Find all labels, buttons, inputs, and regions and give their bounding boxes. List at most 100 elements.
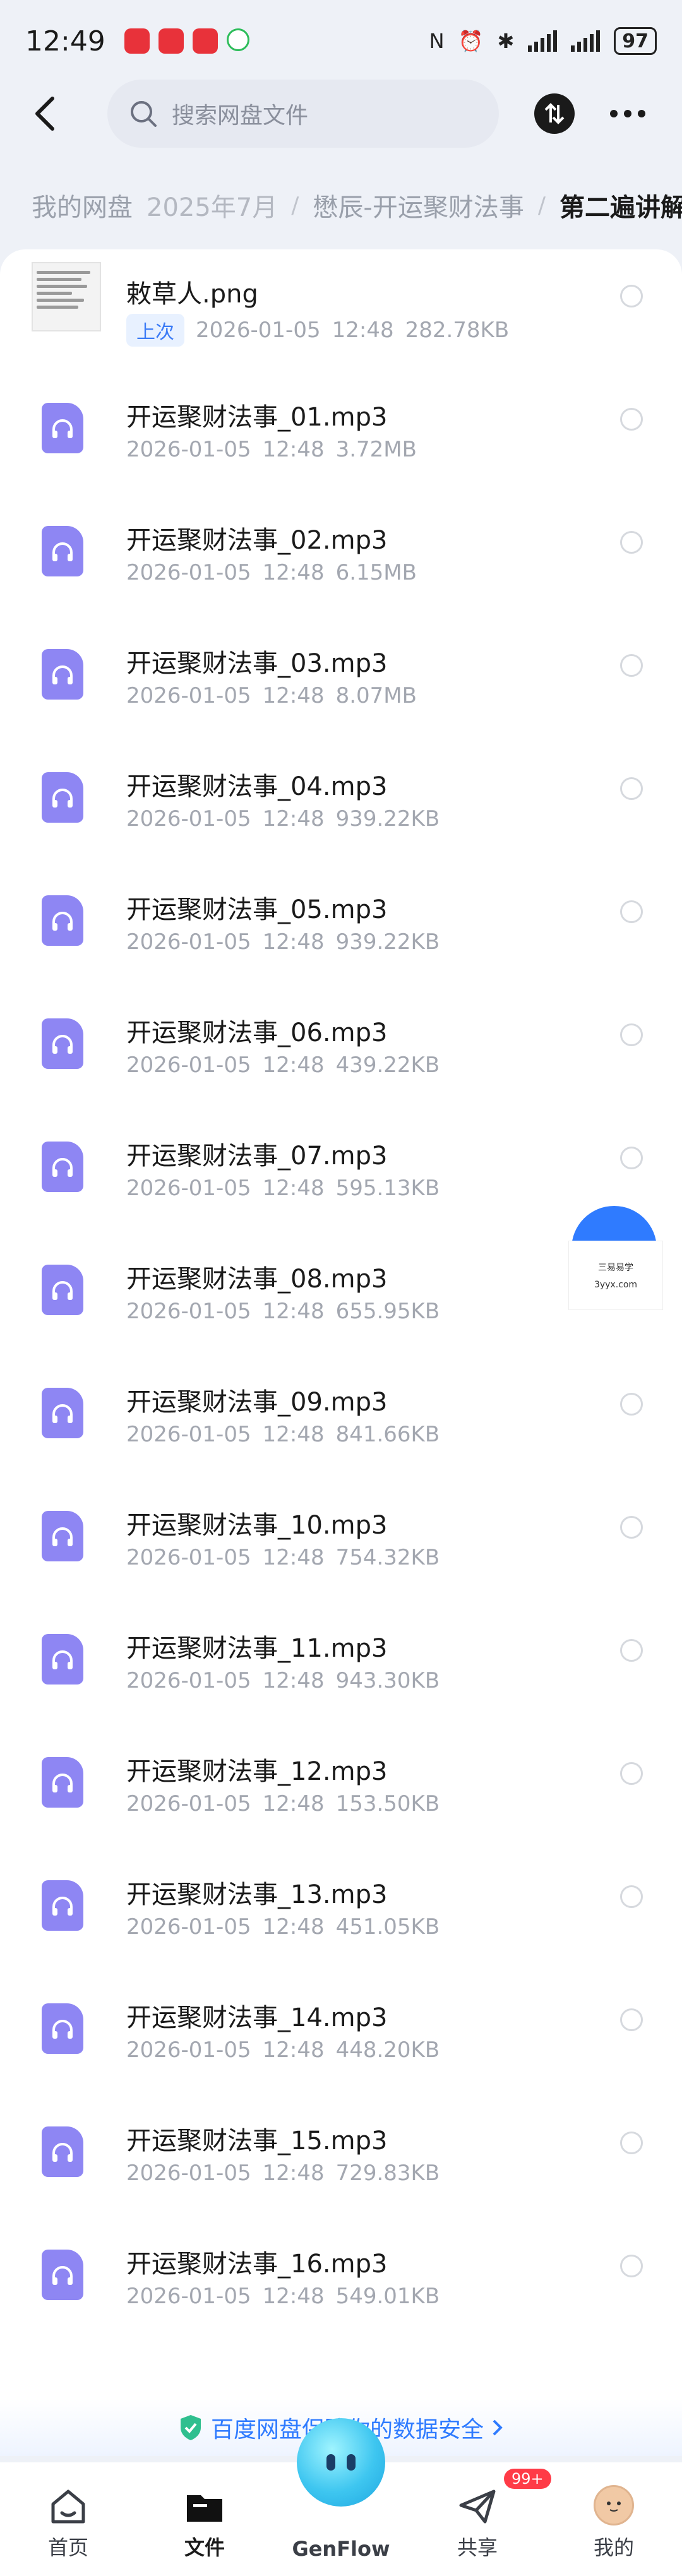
image-thumbnail bbox=[32, 262, 101, 331]
select-checkbox[interactable] bbox=[620, 2132, 643, 2154]
file-row[interactable]: 开运聚财法事_14.mp3 2026-01-05 12:48 448.20KB bbox=[0, 1973, 682, 2096]
select-checkbox[interactable] bbox=[620, 1885, 643, 1908]
audio-file-icon bbox=[42, 1142, 83, 1192]
status-app-icons bbox=[124, 28, 249, 54]
file-row[interactable]: 开运聚财法事_09.mp3 2026-01-05 12:48 841.66KB bbox=[0, 1357, 682, 1481]
file-date: 2026-01-05 bbox=[126, 437, 251, 462]
breadcrumb-item[interactable]: 2025年7月 bbox=[147, 187, 277, 224]
file-size: 729.83KB bbox=[335, 2161, 440, 2186]
file-date: 2026-01-05 bbox=[126, 1299, 251, 1324]
file-name: 敕草人.png bbox=[126, 280, 258, 309]
file-time: 12:48 bbox=[262, 1545, 325, 1570]
file-row[interactable]: 开运聚财法事_15.mp3 2026-01-05 12:48 729.83KB bbox=[0, 2096, 682, 2219]
file-meta: 2026-01-05 12:48 655.95KB bbox=[126, 1299, 440, 1324]
file-time: 12:48 bbox=[262, 1791, 325, 1816]
notification-app-icon bbox=[192, 28, 218, 54]
select-checkbox[interactable] bbox=[620, 1762, 643, 1785]
chevron-left-icon bbox=[35, 97, 54, 131]
file-name: 开运聚财法事_05.mp3 bbox=[126, 895, 388, 924]
file-row[interactable]: 开运聚财法事_13.mp3 2026-01-05 12:48 451.05KB bbox=[0, 1850, 682, 1973]
file-meta: 2026-01-05 12:48 841.66KB bbox=[126, 1422, 440, 1447]
folder-icon bbox=[187, 2495, 222, 2522]
select-checkbox[interactable] bbox=[620, 1023, 643, 1046]
file-meta: 上次 2026-01-05 12:48 282.78KB bbox=[126, 314, 509, 347]
search-placeholder: 搜索网盘文件 bbox=[172, 103, 309, 129]
file-meta: 2026-01-05 12:48 939.22KB bbox=[126, 806, 440, 832]
file-row[interactable]: 开运聚财法事_12.mp3 2026-01-05 12:48 153.50KB bbox=[0, 1727, 682, 1850]
file-row[interactable]: 开运聚财法事_10.mp3 2026-01-05 12:48 754.32KB bbox=[0, 1481, 682, 1604]
file-name: 开运聚财法事_04.mp3 bbox=[126, 772, 388, 801]
file-time: 12:48 bbox=[262, 1668, 325, 1693]
file-size: 439.22KB bbox=[335, 1052, 440, 1078]
select-checkbox[interactable] bbox=[620, 1393, 643, 1416]
file-time: 12:48 bbox=[262, 929, 325, 955]
select-checkbox[interactable] bbox=[620, 654, 643, 677]
chevron-right-icon bbox=[493, 2419, 503, 2436]
select-checkbox[interactable] bbox=[620, 1147, 643, 1169]
select-checkbox[interactable] bbox=[620, 408, 643, 431]
audio-file-icon bbox=[42, 1388, 83, 1438]
breadcrumb-item[interactable]: 懋辰-开运聚财法事 bbox=[313, 187, 523, 224]
select-checkbox[interactable] bbox=[620, 1639, 643, 1662]
file-row[interactable]: 开运聚财法事_03.mp3 2026-01-05 12:48 8.07MB bbox=[0, 619, 682, 742]
select-checkbox[interactable] bbox=[620, 900, 643, 923]
more-dot bbox=[638, 110, 645, 117]
nav-share[interactable]: 99+ 共享 bbox=[409, 2462, 551, 2576]
transfer-icon bbox=[544, 103, 565, 124]
watermark-name: 三易易学 bbox=[598, 1263, 633, 1273]
back-button[interactable] bbox=[25, 95, 63, 133]
file-name: 开运聚财法事_03.mp3 bbox=[126, 649, 388, 678]
file-time: 12:48 bbox=[262, 1422, 325, 1447]
file-row[interactable]: 开运聚财法事_16.mp3 2026-01-05 12:48 549.01KB bbox=[0, 2219, 682, 2342]
file-row[interactable]: 开运聚财法事_04.mp3 2026-01-05 12:48 939.22KB bbox=[0, 742, 682, 865]
avatar-face-icon bbox=[607, 2501, 621, 2512]
file-name: 开运聚财法事_10.mp3 bbox=[126, 1511, 388, 1540]
select-checkbox[interactable] bbox=[620, 777, 643, 800]
file-name: 开运聚财法事_16.mp3 bbox=[126, 2250, 388, 2279]
select-checkbox[interactable] bbox=[620, 2008, 643, 2031]
file-row[interactable]: 开运聚财法事_05.mp3 2026-01-05 12:48 939.22KB bbox=[0, 865, 682, 988]
more-dot bbox=[624, 110, 631, 117]
file-size: 8.07MB bbox=[335, 683, 417, 708]
file-time: 12:48 bbox=[262, 1299, 325, 1324]
signal-icon bbox=[528, 30, 558, 52]
transfer-button[interactable] bbox=[534, 93, 575, 134]
file-row[interactable]: 开运聚财法事_01.mp3 2026-01-05 12:48 3.72MB bbox=[0, 373, 682, 496]
file-meta: 2026-01-05 12:48 943.30KB bbox=[126, 1668, 440, 1693]
audio-file-icon bbox=[42, 1018, 83, 1069]
file-time: 12:48 bbox=[262, 2161, 325, 2186]
file-meta: 2026-01-05 12:48 451.05KB bbox=[126, 1914, 440, 1940]
watermark-site: 3yyx.com bbox=[594, 1280, 638, 1290]
file-time: 12:48 bbox=[332, 318, 394, 343]
select-checkbox[interactable] bbox=[620, 1516, 643, 1539]
breadcrumb-item[interactable]: 我的网盘 bbox=[32, 187, 133, 224]
nav-files[interactable]: 文件 bbox=[136, 2462, 273, 2576]
nav-home[interactable]: 首页 bbox=[0, 2462, 136, 2576]
signal-icon bbox=[571, 30, 601, 52]
status-time: 12:49 bbox=[25, 25, 105, 57]
select-checkbox[interactable] bbox=[620, 285, 643, 307]
file-row[interactable]: 敕草人.png 上次 2026-01-05 12:48 282.78KB bbox=[0, 249, 682, 373]
file-row[interactable]: 开运聚财法事_02.mp3 2026-01-05 12:48 6.15MB bbox=[0, 496, 682, 619]
file-row[interactable]: 开运聚财法事_07.mp3 2026-01-05 12:48 595.13KB bbox=[0, 1111, 682, 1234]
file-row[interactable]: 开运聚财法事_11.mp3 2026-01-05 12:48 943.30KB bbox=[0, 1604, 682, 1727]
status-bar: 12:49 N ⏰ ✱ 97 bbox=[0, 0, 682, 82]
select-checkbox[interactable] bbox=[620, 531, 643, 554]
file-size: 6.15MB bbox=[335, 560, 417, 585]
notification-app-icon bbox=[124, 28, 150, 54]
audio-file-icon bbox=[42, 895, 83, 946]
file-row[interactable]: 开运聚财法事_06.mp3 2026-01-05 12:48 439.22KB bbox=[0, 988, 682, 1111]
bluetooth-icon: ✱ bbox=[497, 29, 515, 53]
file-date: 2026-01-05 bbox=[126, 929, 251, 955]
nav-genflow[interactable]: GenFlow bbox=[273, 2418, 409, 2576]
select-checkbox[interactable] bbox=[620, 2255, 643, 2277]
nav-mine[interactable]: 我的 bbox=[546, 2462, 682, 2576]
notification-app-icon bbox=[158, 28, 184, 54]
more-button[interactable] bbox=[610, 110, 645, 117]
file-size: 754.32KB bbox=[335, 1545, 440, 1570]
file-time: 12:48 bbox=[262, 2284, 325, 2309]
nav-mine-label: 我的 bbox=[593, 2536, 634, 2560]
bottom-nav: 首页 文件 GenFlow 99+ 共享 我的 bbox=[0, 2418, 682, 2576]
audio-file-icon bbox=[42, 649, 83, 700]
search-input[interactable]: 搜索网盘文件 bbox=[107, 80, 499, 148]
